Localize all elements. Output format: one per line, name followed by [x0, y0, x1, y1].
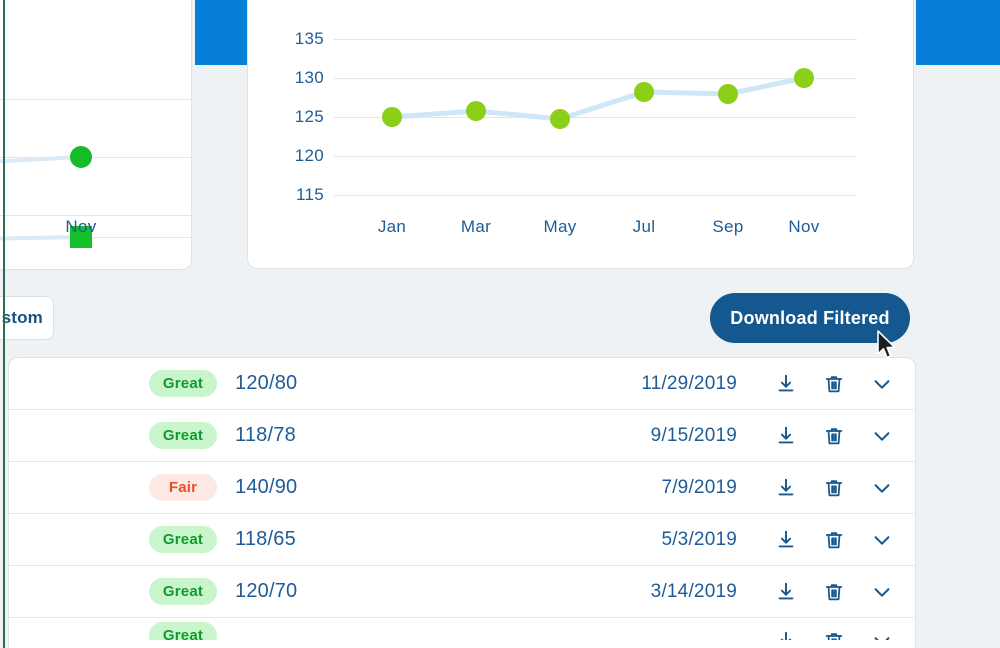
row-actions: [773, 423, 895, 449]
status-badge: Fair: [149, 474, 217, 501]
trash-icon[interactable]: [821, 423, 847, 449]
left-chart-xtick-nov: Nov: [65, 217, 97, 236]
reading-value: 120/70: [235, 580, 298, 602]
chevron-down-icon[interactable]: [869, 371, 895, 397]
xtick-mar: Mar: [460, 217, 492, 236]
reading-date: 11/29/2019: [641, 372, 737, 394]
chevron-down-icon[interactable]: [869, 527, 895, 553]
row-actions: [773, 579, 895, 605]
reading-value: 118/78: [235, 424, 296, 446]
chevron-down-icon[interactable]: [869, 628, 895, 640]
table-row[interactable]: Great 120/70 3/14/2019: [9, 566, 915, 618]
status-badge: Great: [149, 422, 217, 449]
download-icon[interactable]: [773, 527, 799, 553]
download-icon[interactable]: [773, 628, 799, 640]
chevron-down-icon[interactable]: [869, 579, 895, 605]
xtick-nov: Nov: [788, 217, 820, 236]
data-point-sep: [718, 84, 738, 104]
trash-icon[interactable]: [821, 475, 847, 501]
data-point-jan: [382, 107, 402, 127]
table-row[interactable]: Great 118/65 5/3/2019: [9, 514, 915, 566]
trash-icon[interactable]: [821, 371, 847, 397]
xtick-jul: Jul: [632, 217, 656, 236]
readings-table: Great 120/80 11/29/2019 Great 118/78 9/1…: [8, 357, 916, 648]
reading-date: 3/14/2019: [650, 580, 737, 602]
reading-date: 7/9/2019: [661, 476, 737, 498]
chart-card-right: 135 130 125 120 115 Jan Mar May Jul Sep …: [247, 0, 914, 269]
reading-date: 9/15/2019: [650, 424, 737, 446]
chart-card-left: Sep Nov: [0, 0, 193, 270]
reading-date: 5/3/2019: [661, 528, 737, 550]
viewport-edge-accent: [3, 0, 5, 648]
trash-icon[interactable]: [821, 628, 847, 640]
trash-icon[interactable]: [821, 579, 847, 605]
download-icon[interactable]: [773, 371, 799, 397]
table-row[interactable]: Great 120/80 11/29/2019: [9, 358, 915, 410]
row-actions: [773, 527, 895, 553]
table-row[interactable]: Great 118/78 9/15/2019: [9, 410, 915, 462]
status-badge: Great: [149, 526, 217, 553]
right-chart-plot: 135 130 125 120 115 Jan Mar May Jul Sep …: [248, 0, 913, 268]
table-row[interactable]: Great: [9, 618, 915, 640]
xtick-may: May: [543, 217, 577, 236]
reading-value: 140/90: [235, 476, 298, 498]
left-chart-plot: Sep Nov: [0, 0, 193, 269]
download-icon[interactable]: [773, 423, 799, 449]
download-icon[interactable]: [773, 475, 799, 501]
xtick-jan: Jan: [377, 217, 407, 236]
table-row[interactable]: Fair 140/90 7/9/2019: [9, 462, 915, 514]
download-icon[interactable]: [773, 579, 799, 605]
status-badge: Great: [149, 578, 217, 605]
reading-value: 118/65: [235, 528, 296, 550]
mouse-cursor: [876, 330, 898, 367]
chevron-down-icon[interactable]: [869, 475, 895, 501]
custom-range-button[interactable]: stom: [0, 296, 54, 340]
dashboard-viewport: Sep Nov 135 130 125 120 115: [0, 0, 1000, 648]
header-block-right: [916, 0, 1000, 65]
status-badge: Great: [149, 621, 217, 640]
row-actions: [773, 628, 895, 640]
reading-value: 120/80: [235, 372, 298, 394]
data-point-jul: [634, 82, 654, 102]
left-chart-point: [70, 146, 92, 168]
status-badge: Great: [149, 370, 217, 397]
data-point-may: [550, 109, 570, 129]
row-actions: [773, 371, 895, 397]
row-actions: [773, 475, 895, 501]
data-point-nov: [794, 68, 814, 88]
trash-icon[interactable]: [821, 527, 847, 553]
xtick-sep: Sep: [712, 217, 744, 236]
chevron-down-icon[interactable]: [869, 423, 895, 449]
header-block-left: [195, 0, 247, 65]
data-point-mar: [466, 101, 486, 121]
